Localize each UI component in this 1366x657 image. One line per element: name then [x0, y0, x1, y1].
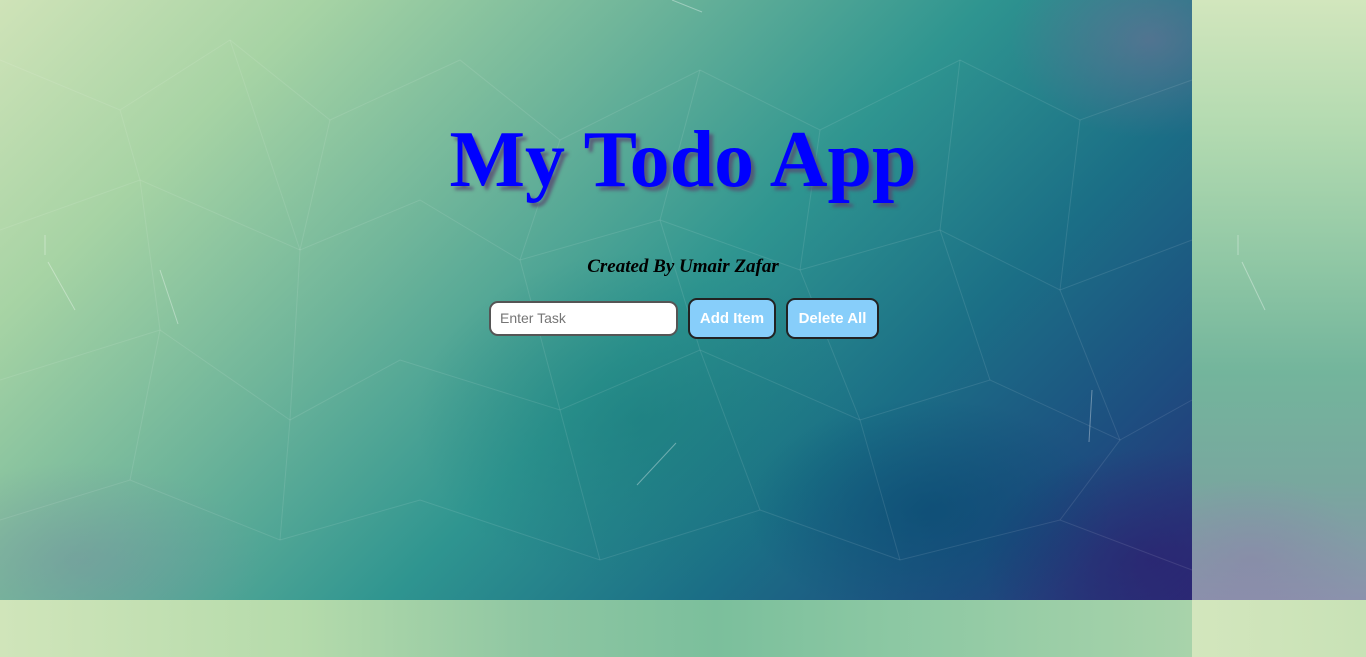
- task-input[interactable]: [489, 300, 678, 336]
- background-tile-corner: [1192, 600, 1366, 657]
- delete-all-button[interactable]: Delete All: [786, 297, 879, 339]
- background-tile-bottom: [0, 600, 1192, 657]
- add-item-button[interactable]: Add Item: [688, 297, 776, 339]
- background-tile-right: [1192, 0, 1366, 600]
- page-title: My Todo App: [449, 116, 917, 204]
- task-form: Add Item Delete All: [489, 297, 879, 339]
- author-credit: Created By Umair Zafar: [587, 256, 779, 277]
